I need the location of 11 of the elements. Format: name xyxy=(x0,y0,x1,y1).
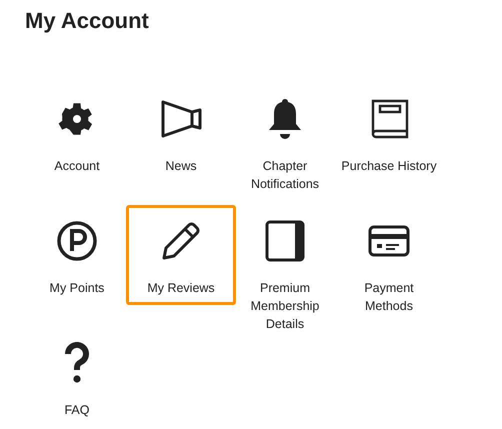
book-icon xyxy=(369,97,409,141)
bell-icon xyxy=(266,97,304,141)
megaphone-icon xyxy=(160,99,202,139)
points-icon xyxy=(56,220,98,262)
pencil-icon xyxy=(160,220,202,262)
page-title: My Account xyxy=(25,8,149,34)
notebook-icon xyxy=(265,220,305,262)
credit-card-icon xyxy=(368,224,410,258)
menu-tile[interactable]: My Reviews xyxy=(126,205,236,305)
menu-tile[interactable]: FAQ xyxy=(22,327,132,427)
question-mark-icon xyxy=(64,342,90,384)
